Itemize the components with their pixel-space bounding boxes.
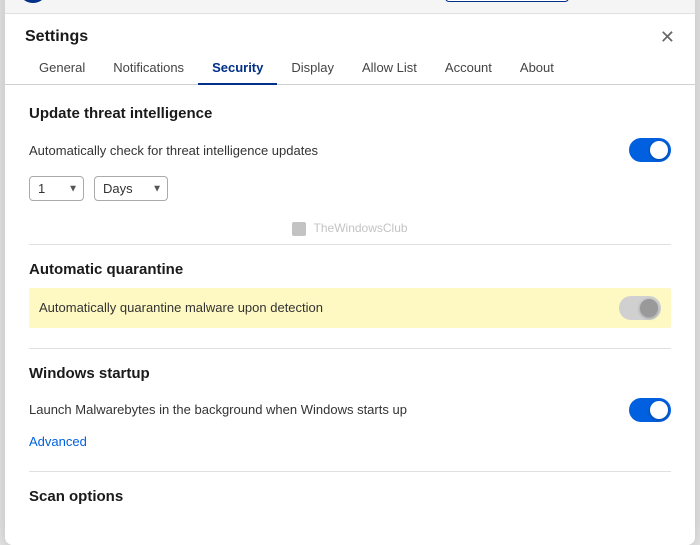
windows-startup-section: Windows startup Launch Malwarebytes in t… — [29, 365, 671, 451]
tabs-bar: General Notifications Security Display A… — [5, 52, 695, 85]
close-settings-button[interactable]: ✕ — [660, 28, 675, 46]
scan-options-section: Scan options — [29, 488, 671, 505]
gear-icon[interactable]: ⚙️ — [617, 0, 645, 2]
tab-allowlist[interactable]: Allow List — [348, 52, 431, 85]
tab-general[interactable]: General — [25, 52, 99, 85]
watermark-text: TheWindowsClub — [314, 221, 408, 235]
malwarebytes-logo: M — [17, 0, 49, 4]
settings-title: Settings — [25, 28, 88, 46]
main-window: M Premium Trial Activate license 🔔 ⚙️ ❓ … — [5, 0, 695, 545]
auto-check-row: Automatically check for threat intellige… — [29, 132, 671, 168]
scan-options-title: Scan options — [29, 488, 671, 505]
startup-title: Windows startup — [29, 365, 671, 382]
help-icon[interactable]: ❓ — [655, 0, 683, 2]
tab-display[interactable]: Display — [277, 52, 348, 85]
quarantine-row: Automatically quarantine malware upon de… — [29, 288, 671, 328]
tab-notifications[interactable]: Notifications — [99, 52, 198, 85]
period-select[interactable]: Hours Days Weeks — [94, 176, 168, 201]
bell-icon[interactable]: 🔔 — [579, 0, 607, 2]
period-dropdown-wrapper: Hours Days Weeks ▼ — [94, 176, 168, 201]
quarantine-toggle-circle — [640, 299, 658, 317]
activate-license-button[interactable]: Activate license — [445, 0, 569, 2]
startup-row: Launch Malwarebytes in the background wh… — [29, 392, 671, 428]
settings-header: Settings ✕ — [5, 14, 695, 46]
update-threat-section: Update threat intelligence Automatically… — [29, 105, 671, 201]
startup-toggle[interactable] — [629, 398, 671, 422]
auto-check-toggle[interactable] — [629, 138, 671, 162]
divider-3 — [29, 471, 671, 472]
divider-2 — [29, 348, 671, 349]
titlebar: M Premium Trial Activate license 🔔 ⚙️ ❓ … — [5, 0, 695, 14]
interval-dropdown-wrapper: 1 2 3 6 12 24 ▼ — [29, 176, 84, 201]
quarantine-toggle[interactable] — [619, 296, 661, 320]
quarantine-label: Automatically quarantine malware upon de… — [39, 300, 323, 315]
titlebar-actions: Activate license 🔔 ⚙️ ❓ — [445, 0, 683, 2]
automatic-quarantine-section: Automatic quarantine Automatically quara… — [29, 261, 671, 328]
settings-content: Update threat intelligence Automatically… — [5, 85, 695, 545]
divider-1 — [29, 244, 671, 245]
tab-security[interactable]: Security — [198, 52, 277, 85]
watermark-logo-icon — [292, 222, 306, 236]
interval-row: 1 2 3 6 12 24 ▼ Hours Days W — [29, 176, 671, 201]
advanced-link[interactable]: Advanced — [29, 434, 87, 449]
tab-about[interactable]: About — [506, 52, 568, 85]
watermark: TheWindowsClub — [29, 221, 671, 236]
tab-account[interactable]: Account — [431, 52, 506, 85]
startup-label: Launch Malwarebytes in the background wh… — [29, 402, 407, 417]
settings-panel: Settings ✕ General Notifications Securit… — [5, 14, 695, 545]
interval-select[interactable]: 1 2 3 6 12 24 — [29, 176, 84, 201]
auto-check-label: Automatically check for threat intellige… — [29, 143, 318, 158]
quarantine-title: Automatic quarantine — [29, 261, 671, 278]
update-threat-title: Update threat intelligence — [29, 105, 671, 122]
